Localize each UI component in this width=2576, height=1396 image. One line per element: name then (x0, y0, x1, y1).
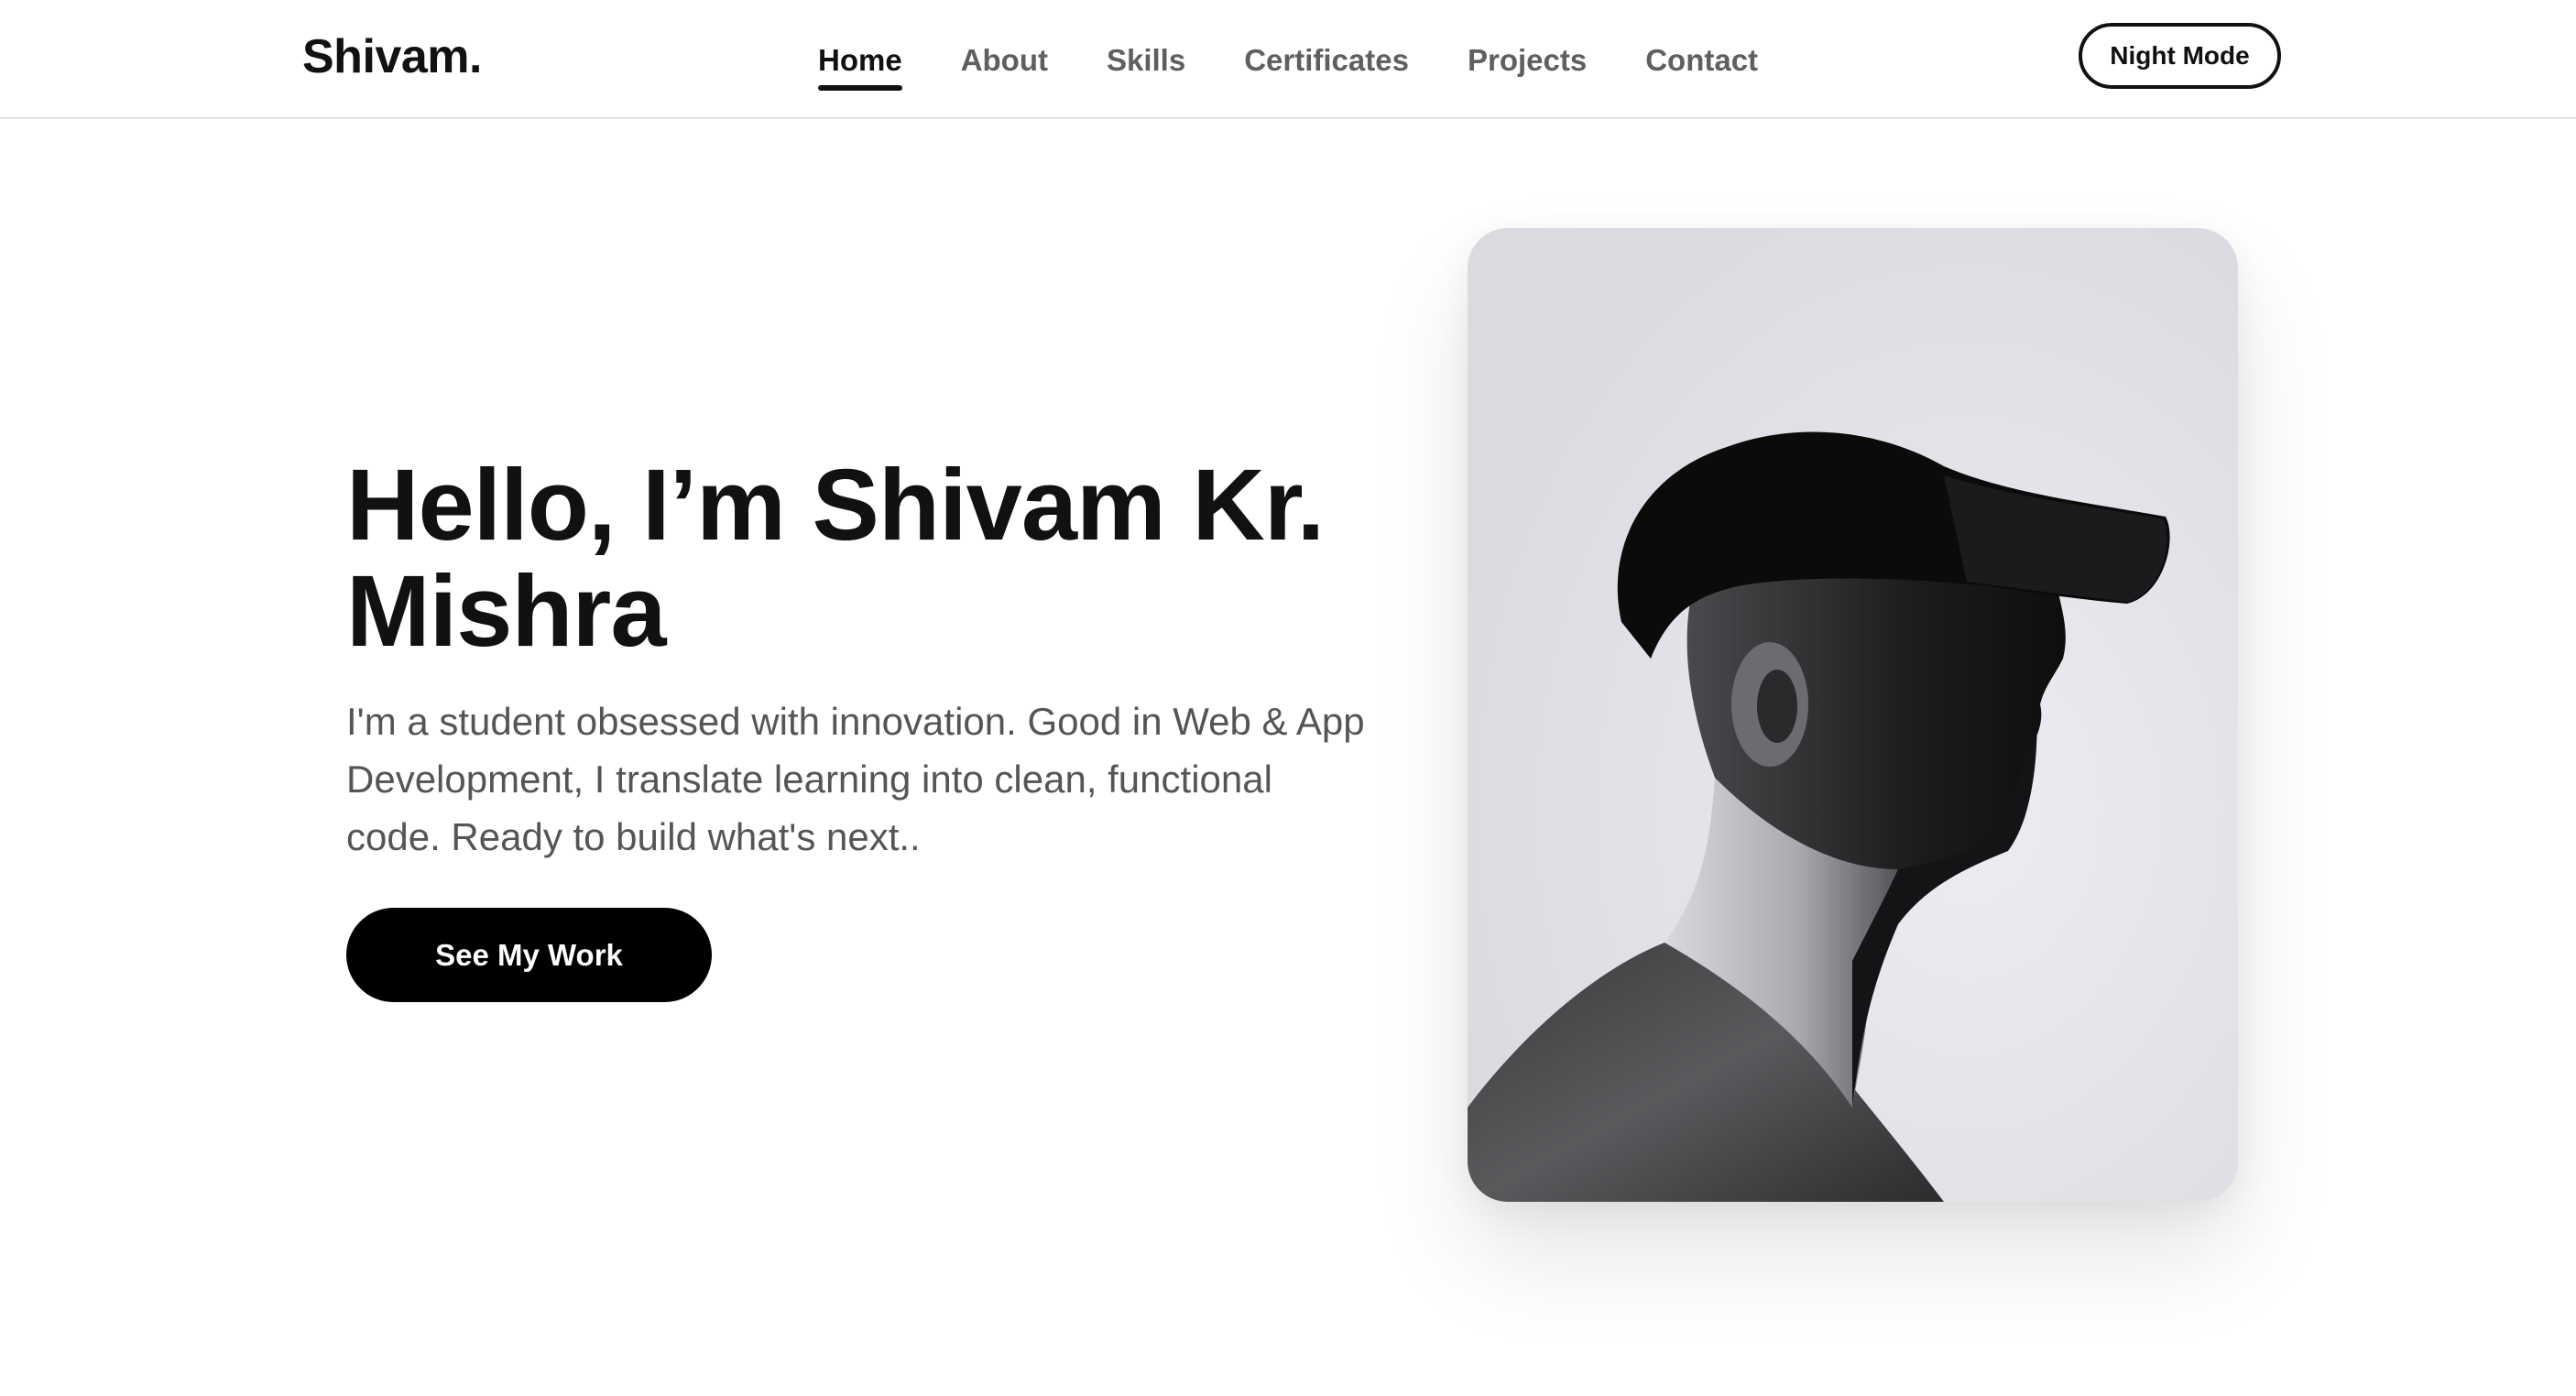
nav-item-projects[interactable]: Projects (1468, 38, 1587, 83)
main-nav: Home About Skills Certificates Projects … (818, 33, 1758, 91)
hero-description: I'm a student obsessed with innovation. … (346, 700, 1365, 858)
nav-item-home[interactable]: Home (818, 38, 902, 91)
night-mode-button[interactable]: Night Mode (2079, 23, 2281, 89)
nav-item-certificates[interactable]: Certificates (1244, 38, 1409, 83)
see-my-work-button[interactable]: See My Work (346, 908, 712, 1002)
nav-item-skills[interactable]: Skills (1107, 38, 1185, 83)
hero-title: Hello, I’m Shivam Kr. Mishra (346, 449, 1325, 668)
portrait-photo (1468, 228, 2238, 1202)
portrait-image (1468, 228, 2238, 1202)
site-header: Shivam. Home About Skills Certificates P… (0, 0, 2576, 119)
page: Shivam. Home About Skills Certificates P… (0, 0, 2576, 1396)
nav-item-about[interactable]: About (961, 38, 1048, 83)
nav-item-contact[interactable]: Contact (1645, 38, 1758, 83)
site-logo[interactable]: Shivam. (302, 26, 482, 88)
